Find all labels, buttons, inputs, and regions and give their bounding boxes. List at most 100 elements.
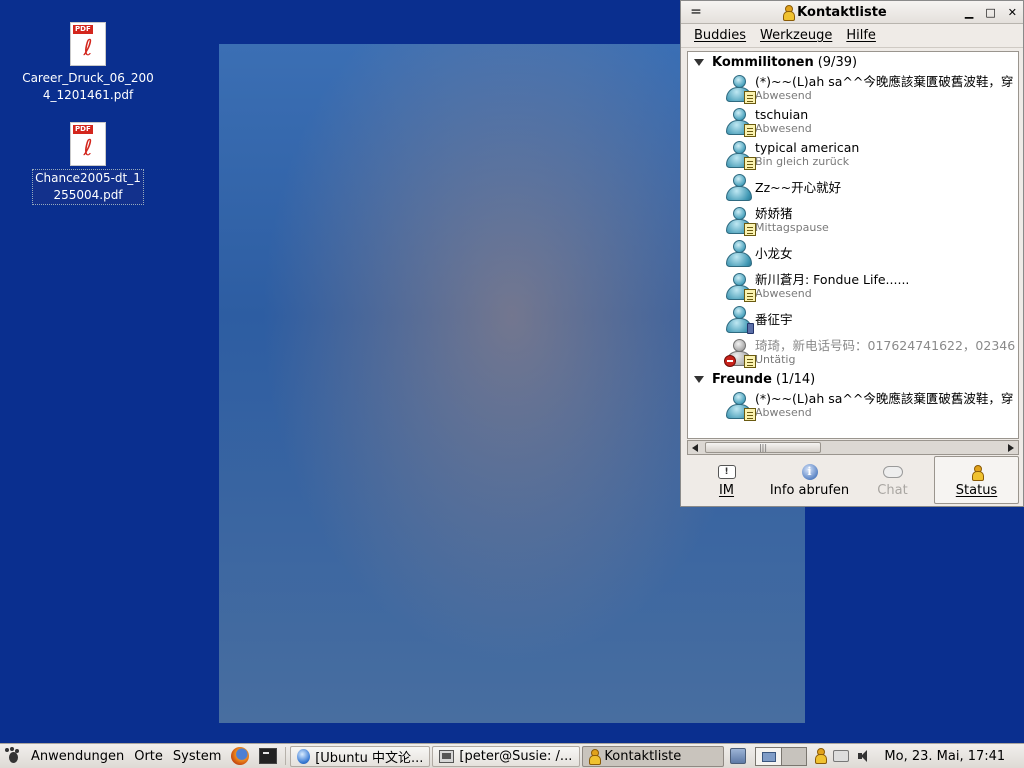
desktop-icon-chance-pdf[interactable]: PDF ℓ Chance2005-dt_1255004.pdf [18,122,158,205]
trash-applet[interactable] [725,744,751,768]
buddy-status: Abwesend [755,89,812,102]
buddy-row[interactable]: 番征宇 [688,303,1018,336]
buddy-away-icon [724,108,756,137]
buddy-status: Untätig [755,353,796,366]
buddy-row[interactable]: 小龙女 [688,237,1018,270]
group-freunde[interactable]: Freunde (1/14) [688,369,1018,389]
workspace-2[interactable] [781,747,807,765]
horizontal-scrollbar[interactable]: ||| [687,440,1019,455]
buddy-row[interactable]: (*)~~(L)ah sa^^今晚應該棄匱破舊波鞋，穿 Abwesend [688,389,1018,422]
scroll-thumb[interactable]: ||| [705,442,821,453]
buddy-status: Abwesend [755,287,812,300]
window-controls: ▁ □ ✕ [965,6,1017,19]
away-note-icon [744,223,756,236]
gnome-foot-button[interactable] [0,744,26,768]
busy-icon [724,355,736,367]
menu-system[interactable]: System [168,744,226,768]
pidgin-person-icon [589,749,602,765]
pidgin-person-icon [783,5,796,21]
buddy-row[interactable]: 琦琦，新电话号码：017624741622，02346 Untätig [688,336,1018,369]
group-kommilitonen[interactable]: Kommilitonen (9/39) [688,52,1018,72]
buddy-tree: Kommilitonen (9/39) (*)~~(L)ah sa^^今晚應該棄… [687,51,1019,439]
buddy-name: 琦琦，新电话号码：017624741622，02346 [755,338,1016,353]
menu-hilfe[interactable]: Hilfe [846,28,876,43]
firefox-launcher[interactable] [226,744,254,768]
buddy-away-icon [724,75,756,104]
trash-icon [730,748,747,764]
scroll-right-icon[interactable] [1008,444,1014,452]
window-title-area: Kontaktliste [705,4,965,21]
buddy-row[interactable]: typical american Bin gleich zurück [688,138,1018,171]
scroll-left-icon[interactable] [692,444,698,452]
buddy-row[interactable]: Zz~~开心就好 [688,171,1018,204]
buddy-name: 娇娇猪 [755,206,793,221]
terminal-launcher[interactable] [254,744,282,768]
away-note-icon [744,408,756,421]
expander-icon[interactable] [694,375,704,383]
pidgin-tray-icon[interactable] [815,748,828,764]
task-label: Kontaktliste [604,748,682,764]
window-titlebar[interactable]: = Kontaktliste ▁ □ ✕ [681,1,1023,24]
buddy-away-icon [724,207,756,236]
status-icon [971,464,984,481]
menu-buddies[interactable]: Buddies [694,28,746,43]
task-label: [peter@Susie: /... [459,748,573,764]
minimize-button[interactable]: ▁ [965,6,973,19]
away-note-icon [744,124,756,137]
volume-icon[interactable] [857,749,871,763]
terminal-icon [259,748,278,764]
close-button[interactable]: ✕ [1008,6,1017,19]
buddy-row[interactable]: tschuian Abwesend [688,105,1018,138]
im-button[interactable]: ! IM [685,456,768,504]
clock[interactable]: Mo, 23. Mai, 17:41 [879,744,1009,768]
menu-werkzeuge[interactable]: Werkzeuge [760,28,832,43]
action-toolbar: ! IM i Info abrufen Chat Status [681,456,1023,506]
buddy-name: (*)~~(L)ah sa^^今晚應該棄匱破舊波鞋，穿 [755,391,1014,406]
task-kontaktliste[interactable]: Kontaktliste [582,745,725,767]
buddy-name: 新川蒼月: Fondue Life...... [755,272,910,287]
desktop-icon-career-pdf[interactable]: PDF ℓ Career_Druck_06_2004_1201461.pdf [18,22,158,104]
pdf-type-tag: PDF [73,125,93,134]
info-button[interactable]: i Info abrufen [768,456,851,504]
maximize-button[interactable]: □ [985,6,995,19]
task-terminal[interactable]: [peter@Susie: /... [432,745,581,767]
buddy-status: Abwesend [755,406,812,419]
printer-icon[interactable] [833,750,850,762]
buddy-online-icon [724,240,754,268]
group-count: (1/14) [775,371,816,387]
mobile-phone-icon [747,323,754,334]
workspace-1[interactable] [756,747,782,765]
buddy-name: 番征宇 [755,312,793,327]
buddy-name: (*)~~(L)ah sa^^今晚應該棄匱破舊波鞋，穿 [755,74,1014,89]
console-icon [439,749,455,763]
buddy-row[interactable]: 娇娇猪 Mittagspause [688,204,1018,237]
buddy-name: tschuian [755,107,809,122]
status-button[interactable]: Status [934,456,1019,504]
menu-orte[interactable]: Orte [129,744,168,768]
globe-icon [297,748,311,764]
im-icon: ! [717,464,736,479]
pdf-file-icon: PDF ℓ [70,22,106,66]
away-note-icon [744,157,756,170]
buddy-row[interactable]: 新川蒼月: Fondue Life...... Abwesend [688,270,1018,303]
window-menu-button[interactable]: = [687,5,705,19]
window-title: Kontaktliste [797,4,887,20]
group-name: Freunde [712,371,772,387]
buddy-row[interactable]: (*)~~(L)ah sa^^今晚應該棄匱破舊波鞋，穿 Abwesend [688,72,1018,105]
buddy-name: Zz~~开心就好 [755,180,842,195]
bottom-panel: Anwendungen Orte System [Ubuntu 中文论... [… [0,743,1024,768]
away-note-icon [744,91,756,104]
firefox-icon [231,747,250,765]
buddy-name: typical american [755,140,860,155]
task-label: [Ubuntu 中文论... [315,750,424,766]
workspace-switcher[interactable] [755,746,808,766]
buddy-status: Abwesend [755,122,812,135]
expander-icon[interactable] [694,58,704,66]
buddy-away-icon [724,141,756,170]
group-name: Kommilitonen [712,54,814,70]
buddy-name: 小龙女 [755,246,793,261]
task-firefox[interactable]: [Ubuntu 中文论... [290,745,431,767]
buddy-online-icon [724,174,754,202]
menu-anwendungen[interactable]: Anwendungen [26,744,129,768]
chat-button[interactable]: Chat [851,456,934,504]
